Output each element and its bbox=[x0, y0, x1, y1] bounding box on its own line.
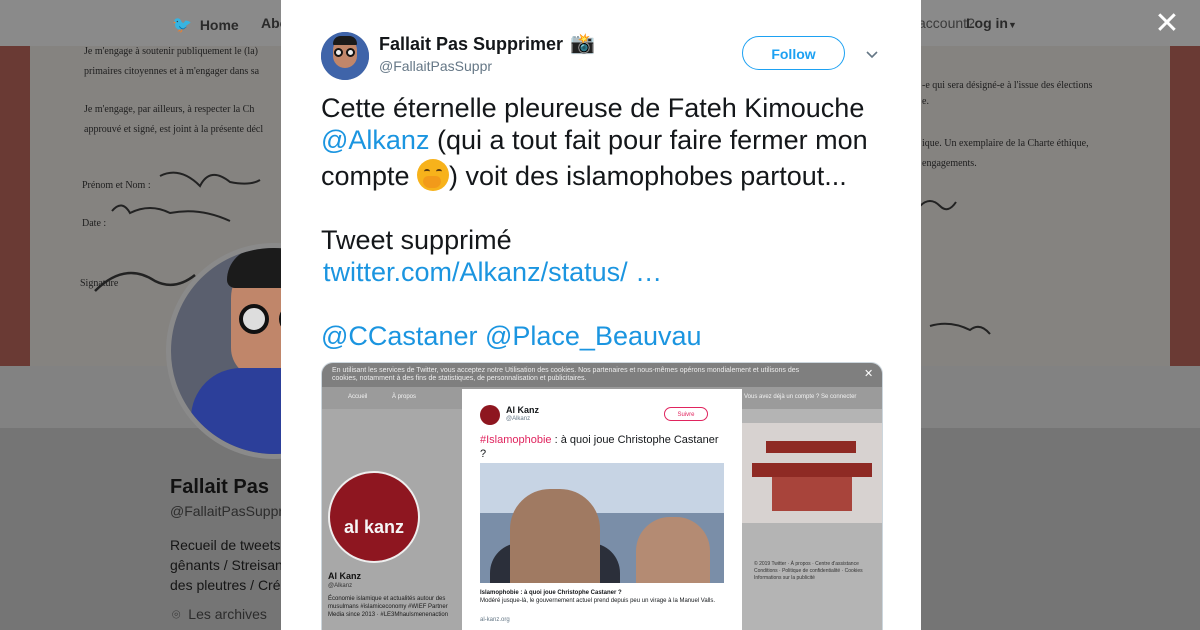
mention-ccastaner[interactable]: @CCastaner bbox=[321, 321, 477, 351]
tweet-line: Cette éternelle pleureuse de Fateh Kimou… bbox=[321, 93, 865, 123]
profile-location: ⌾ Les archives bbox=[172, 606, 267, 622]
tweet-line: @Alkanz (qui a tout fait pour faire ferm… bbox=[321, 125, 868, 155]
caret-down-icon: ▼ bbox=[1008, 20, 1017, 30]
embedded-tweet-card: Al Kanz @Alkanz Suivre #Islamophobie : à… bbox=[462, 389, 742, 630]
profile-name: Fallait Pas bbox=[170, 476, 269, 498]
embedded-close-icon: ✕ bbox=[864, 368, 874, 380]
embedded-temple-image bbox=[742, 423, 882, 523]
mention-alkanz[interactable]: @Alkanz bbox=[321, 125, 429, 155]
close-icon[interactable]: ✕ bbox=[1153, 9, 1181, 39]
tweet-line: @CCastaner @Place_Beauvau bbox=[321, 320, 702, 352]
chevron-down-icon[interactable] bbox=[864, 46, 880, 62]
profile-bio: Recueil de tweets gênants / Streisan des… bbox=[170, 537, 283, 593]
mention-place-beauvau[interactable]: @Place_Beauvau bbox=[485, 321, 702, 351]
embedded-avatar bbox=[480, 405, 500, 425]
nav-home[interactable]: 🐦 Home bbox=[172, 15, 239, 35]
author-name[interactable]: Fallait Pas Supprimer bbox=[379, 34, 563, 55]
author-avatar[interactable] bbox=[321, 32, 369, 80]
tweet-modal: Fallait Pas Supprimer 📸 @FallaitPasSuppr… bbox=[281, 0, 921, 630]
camera-emoji: 📸 bbox=[570, 33, 595, 55]
tweet-link[interactable]: twitter.com/Alkanz/status/ … bbox=[323, 256, 662, 288]
tweet-line: compte ) voit des islamophobes partout..… bbox=[321, 159, 847, 191]
tweet-media-image[interactable]: En utilisant les services de Twitter, vo… bbox=[321, 362, 883, 630]
al-kanz-logo: al kanz bbox=[328, 471, 420, 563]
author-handle[interactable]: @FallaitPasSuppr bbox=[379, 58, 492, 74]
hand-over-mouth-emoji-icon bbox=[417, 159, 450, 191]
profile-handle: @FallaitPasSuppr bbox=[170, 503, 284, 519]
embedded-photo bbox=[480, 463, 724, 583]
twitter-bird-icon: 🐦 bbox=[172, 17, 192, 34]
tweet-line: Tweet supprimé bbox=[321, 225, 512, 255]
embedded-cookie-notice: En utilisant les services de Twitter, vo… bbox=[322, 363, 882, 387]
location-pin-icon: ⌾ bbox=[172, 606, 181, 622]
login-link[interactable]: Log in▼ bbox=[966, 15, 1017, 31]
follow-button[interactable]: Follow bbox=[742, 36, 845, 70]
